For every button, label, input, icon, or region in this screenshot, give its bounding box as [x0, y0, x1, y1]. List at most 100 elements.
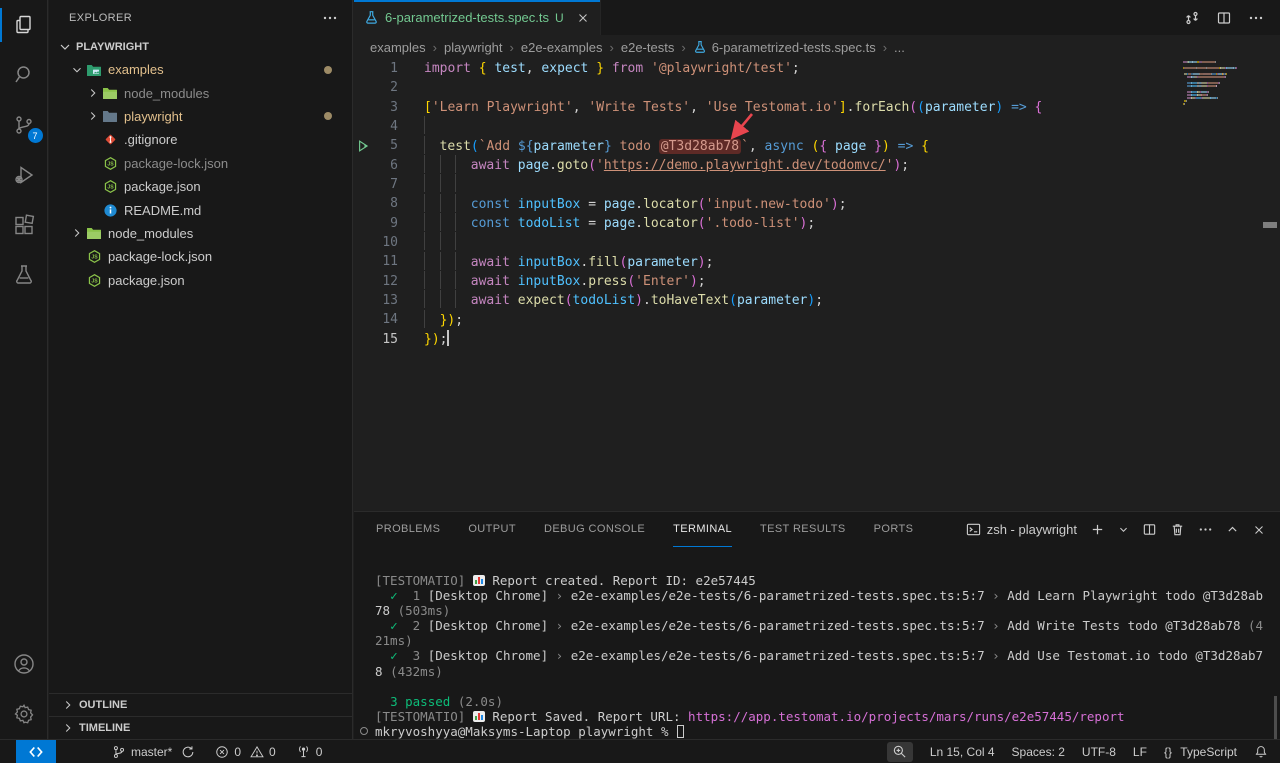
panel-tab-output[interactable]: OUTPUT [468, 512, 516, 547]
code-token [890, 139, 898, 154]
code-token: } [874, 139, 882, 154]
tab-close-icon[interactable] [576, 11, 590, 25]
code-line: 7 [354, 175, 1280, 194]
outline-section[interactable]: OUTLINE [49, 693, 352, 716]
activitybar-settings[interactable] [0, 689, 48, 739]
code-text [424, 174, 471, 194]
indent-guide [440, 252, 456, 270]
editor-tab[interactable]: 6-parametrized-tests.spec.ts U [354, 0, 601, 35]
code-text: const inputBox = page.locator('input.new… [424, 194, 847, 214]
indentation-setting[interactable]: Spaces: 2 [1012, 745, 1065, 759]
minimap-line [1187, 94, 1247, 96]
breadcrumb-item[interactable]: examples [370, 40, 426, 55]
breadcrumb-item[interactable]: e2e-examples [521, 40, 603, 55]
new-terminal-icon[interactable] [1090, 522, 1105, 537]
split-editor-icon[interactable] [1216, 10, 1232, 26]
branch-icon [112, 745, 126, 759]
breadcrumb-symbol-more[interactable]: ... [894, 40, 905, 55]
braces-icon: {} [1164, 745, 1172, 759]
code-token: import [424, 61, 471, 76]
breadcrumb-file-name: 6-parametrized-tests.spec.ts [712, 40, 876, 55]
kill-terminal-icon[interactable] [1170, 522, 1185, 537]
code-token: ) [698, 255, 706, 270]
terminal-line: 3 passed (2.0s) [375, 694, 1280, 709]
panel-more-actions-icon[interactable] [1198, 522, 1213, 537]
editor-more-actions-icon[interactable] [1248, 10, 1264, 26]
activitybar-explorer[interactable] [0, 0, 48, 50]
tree-item-package-lock.json[interactable]: JSpackage-lock.json [49, 245, 352, 268]
breadcrumb-separator: › [610, 40, 614, 55]
run-test-icon[interactable] [354, 139, 374, 153]
code-token: const [471, 216, 510, 231]
activitybar-source-control[interactable]: 7 [0, 100, 48, 150]
terminal-output[interactable]: [TESTOMATIO] Report created. Report ID: … [354, 547, 1280, 739]
breadcrumb-file[interactable]: 6-parametrized-tests.spec.ts [693, 40, 876, 55]
explorer-more-actions-icon[interactable] [322, 10, 338, 26]
breadcrumb-item[interactable]: playwright [444, 40, 503, 55]
minimap-token [1184, 67, 1196, 69]
activitybar-search[interactable] [0, 50, 48, 100]
code-token: ( [565, 293, 573, 308]
terminal-dropdown-icon[interactable] [1118, 524, 1129, 535]
code-line: 10 [354, 233, 1280, 252]
code-token: ) [831, 197, 839, 212]
terminal-line: ✓ 1 [Desktop Chrome] › e2e-examples/e2e-… [375, 588, 1280, 603]
activitybar-account[interactable] [0, 639, 48, 689]
tree-item-README.md[interactable]: README.md [49, 198, 352, 221]
line-number: 14 [374, 312, 398, 327]
tree-item-package-lock.json[interactable]: JSpackage-lock.json [49, 152, 352, 175]
language-mode[interactable]: {} TypeScript [1164, 745, 1237, 759]
terminal-text: › [548, 588, 571, 603]
tree-item-.gitignore[interactable]: .gitignore [49, 128, 352, 151]
terminal-text [375, 694, 390, 709]
breadcrumb-item[interactable]: e2e-tests [621, 40, 674, 55]
code-token: async [765, 139, 804, 154]
terminal-text: ✓ [390, 618, 398, 633]
terminal-text: https://app.testomat.io/projects/mars/ru… [688, 709, 1125, 724]
tree-item-playwright[interactable]: playwright [49, 105, 352, 128]
close-panel-icon[interactable] [1252, 523, 1266, 537]
panel-tab-debug-console[interactable]: DEBUG CONSOLE [544, 512, 645, 547]
panel-tab-problems[interactable]: PROBLEMS [376, 512, 440, 547]
terminal-scrollbar[interactable] [1274, 696, 1277, 740]
node-json-icon: JS [101, 155, 119, 171]
panel-tab-terminal[interactable]: TERMINAL [673, 512, 732, 547]
tree-item-package.json[interactable]: JSpackage.json [49, 175, 352, 198]
minimap-token [1225, 76, 1226, 78]
panel-tab-ports[interactable]: PORTS [874, 512, 914, 547]
code-token: ( [627, 274, 635, 289]
terminal-session-selector[interactable]: zsh - playwright [966, 522, 1077, 537]
remote-indicator[interactable] [16, 740, 56, 763]
activitybar-testing[interactable] [0, 250, 48, 300]
maximize-panel-icon[interactable] [1226, 523, 1239, 536]
code-editor[interactable]: 1import { test, expect } from '@playwrig… [354, 59, 1280, 511]
svg-text:JS: JS [91, 278, 98, 284]
activitybar-run-debug[interactable] [0, 150, 48, 200]
terminal-cursor [677, 725, 684, 738]
screencast-zoom-indicator[interactable] [887, 742, 913, 762]
tree-item-node_modules[interactable]: node_modules [49, 81, 352, 104]
folder-examples-icon [85, 62, 103, 78]
tree-item-node_modules[interactable]: node_modules [49, 222, 352, 245]
timeline-section[interactable]: TIMELINE [49, 716, 352, 739]
ports-status[interactable]: 0 [296, 744, 323, 759]
open-changes-icon[interactable] [1184, 10, 1200, 26]
code-token: page [518, 158, 549, 173]
activitybar-extensions[interactable] [0, 200, 48, 250]
line-number: 8 [374, 196, 398, 211]
encoding-setting[interactable]: UTF-8 [1082, 745, 1116, 759]
tree-item-examples[interactable]: examples [49, 58, 352, 81]
git-branch-status[interactable]: master* [112, 745, 195, 759]
minimap[interactable] [1183, 61, 1247, 106]
cursor-position[interactable]: Ln 15, Col 4 [930, 745, 995, 759]
explorer-title: EXPLORER [69, 12, 132, 24]
tree-item-package.json[interactable]: JSpackage.json [49, 269, 352, 292]
problems-status[interactable]: 0 0 [215, 745, 275, 759]
notifications-bell-icon[interactable] [1254, 745, 1268, 759]
code-token: inputBox [518, 197, 581, 212]
panel-tab-test-results[interactable]: TEST RESULTS [760, 512, 846, 547]
workspace-section-header[interactable]: PLAYWRIGHT [49, 35, 352, 58]
tree-item-label: playwright [124, 109, 183, 124]
eol-setting[interactable]: LF [1133, 745, 1147, 759]
split-terminal-icon[interactable] [1142, 522, 1157, 537]
